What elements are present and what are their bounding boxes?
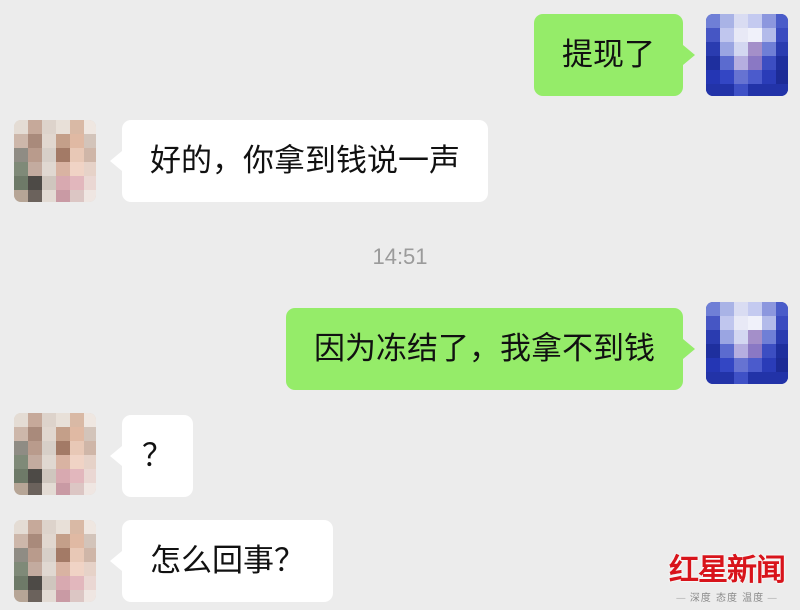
pixelated-avatar-icon [706, 302, 788, 384]
self-avatar[interactable] [706, 14, 788, 96]
message-timestamp: 14:51 [372, 244, 428, 269]
pixelated-avatar-icon [706, 14, 788, 96]
message-row: 提现了 [0, 0, 800, 110]
contact-avatar[interactable] [14, 413, 96, 495]
message-text: 好的，你拿到钱说一声 [150, 142, 460, 179]
message-text: 怎么回事？ [150, 542, 305, 579]
contact-avatar[interactable] [14, 120, 96, 202]
message-bubble-outgoing[interactable]: 提现了 [534, 14, 695, 96]
pixelated-avatar-icon [14, 520, 96, 602]
message-bubble-incoming[interactable]: 好的，你拿到钱说一声 [110, 120, 488, 202]
message-bubble-incoming[interactable]: 怎么回事？ [110, 520, 333, 602]
pixelated-avatar-icon [14, 413, 96, 495]
message-bubble-outgoing[interactable]: 因为冻结了，我拿不到钱 [286, 308, 695, 390]
message-text: ？ [142, 437, 173, 474]
watermark-title: 红星新闻 [669, 553, 786, 588]
message-row: ？ [0, 405, 800, 510]
pixelated-avatar-icon [14, 120, 96, 202]
news-watermark: 红星新闻 深度 态度 温度 [662, 553, 792, 605]
message-text: 因为冻结了，我拿不到钱 [314, 330, 655, 367]
contact-avatar[interactable] [14, 520, 96, 602]
self-avatar[interactable] [706, 302, 788, 384]
message-bubble-incoming[interactable]: ？ [110, 415, 193, 497]
message-row: 好的，你拿到钱说一声 [0, 110, 800, 220]
message-text: 提现了 [562, 36, 655, 73]
watermark-subtitle: 深度 态度 温度 [662, 589, 792, 604]
message-row: 因为冻结了，我拿不到钱 [0, 300, 800, 400]
